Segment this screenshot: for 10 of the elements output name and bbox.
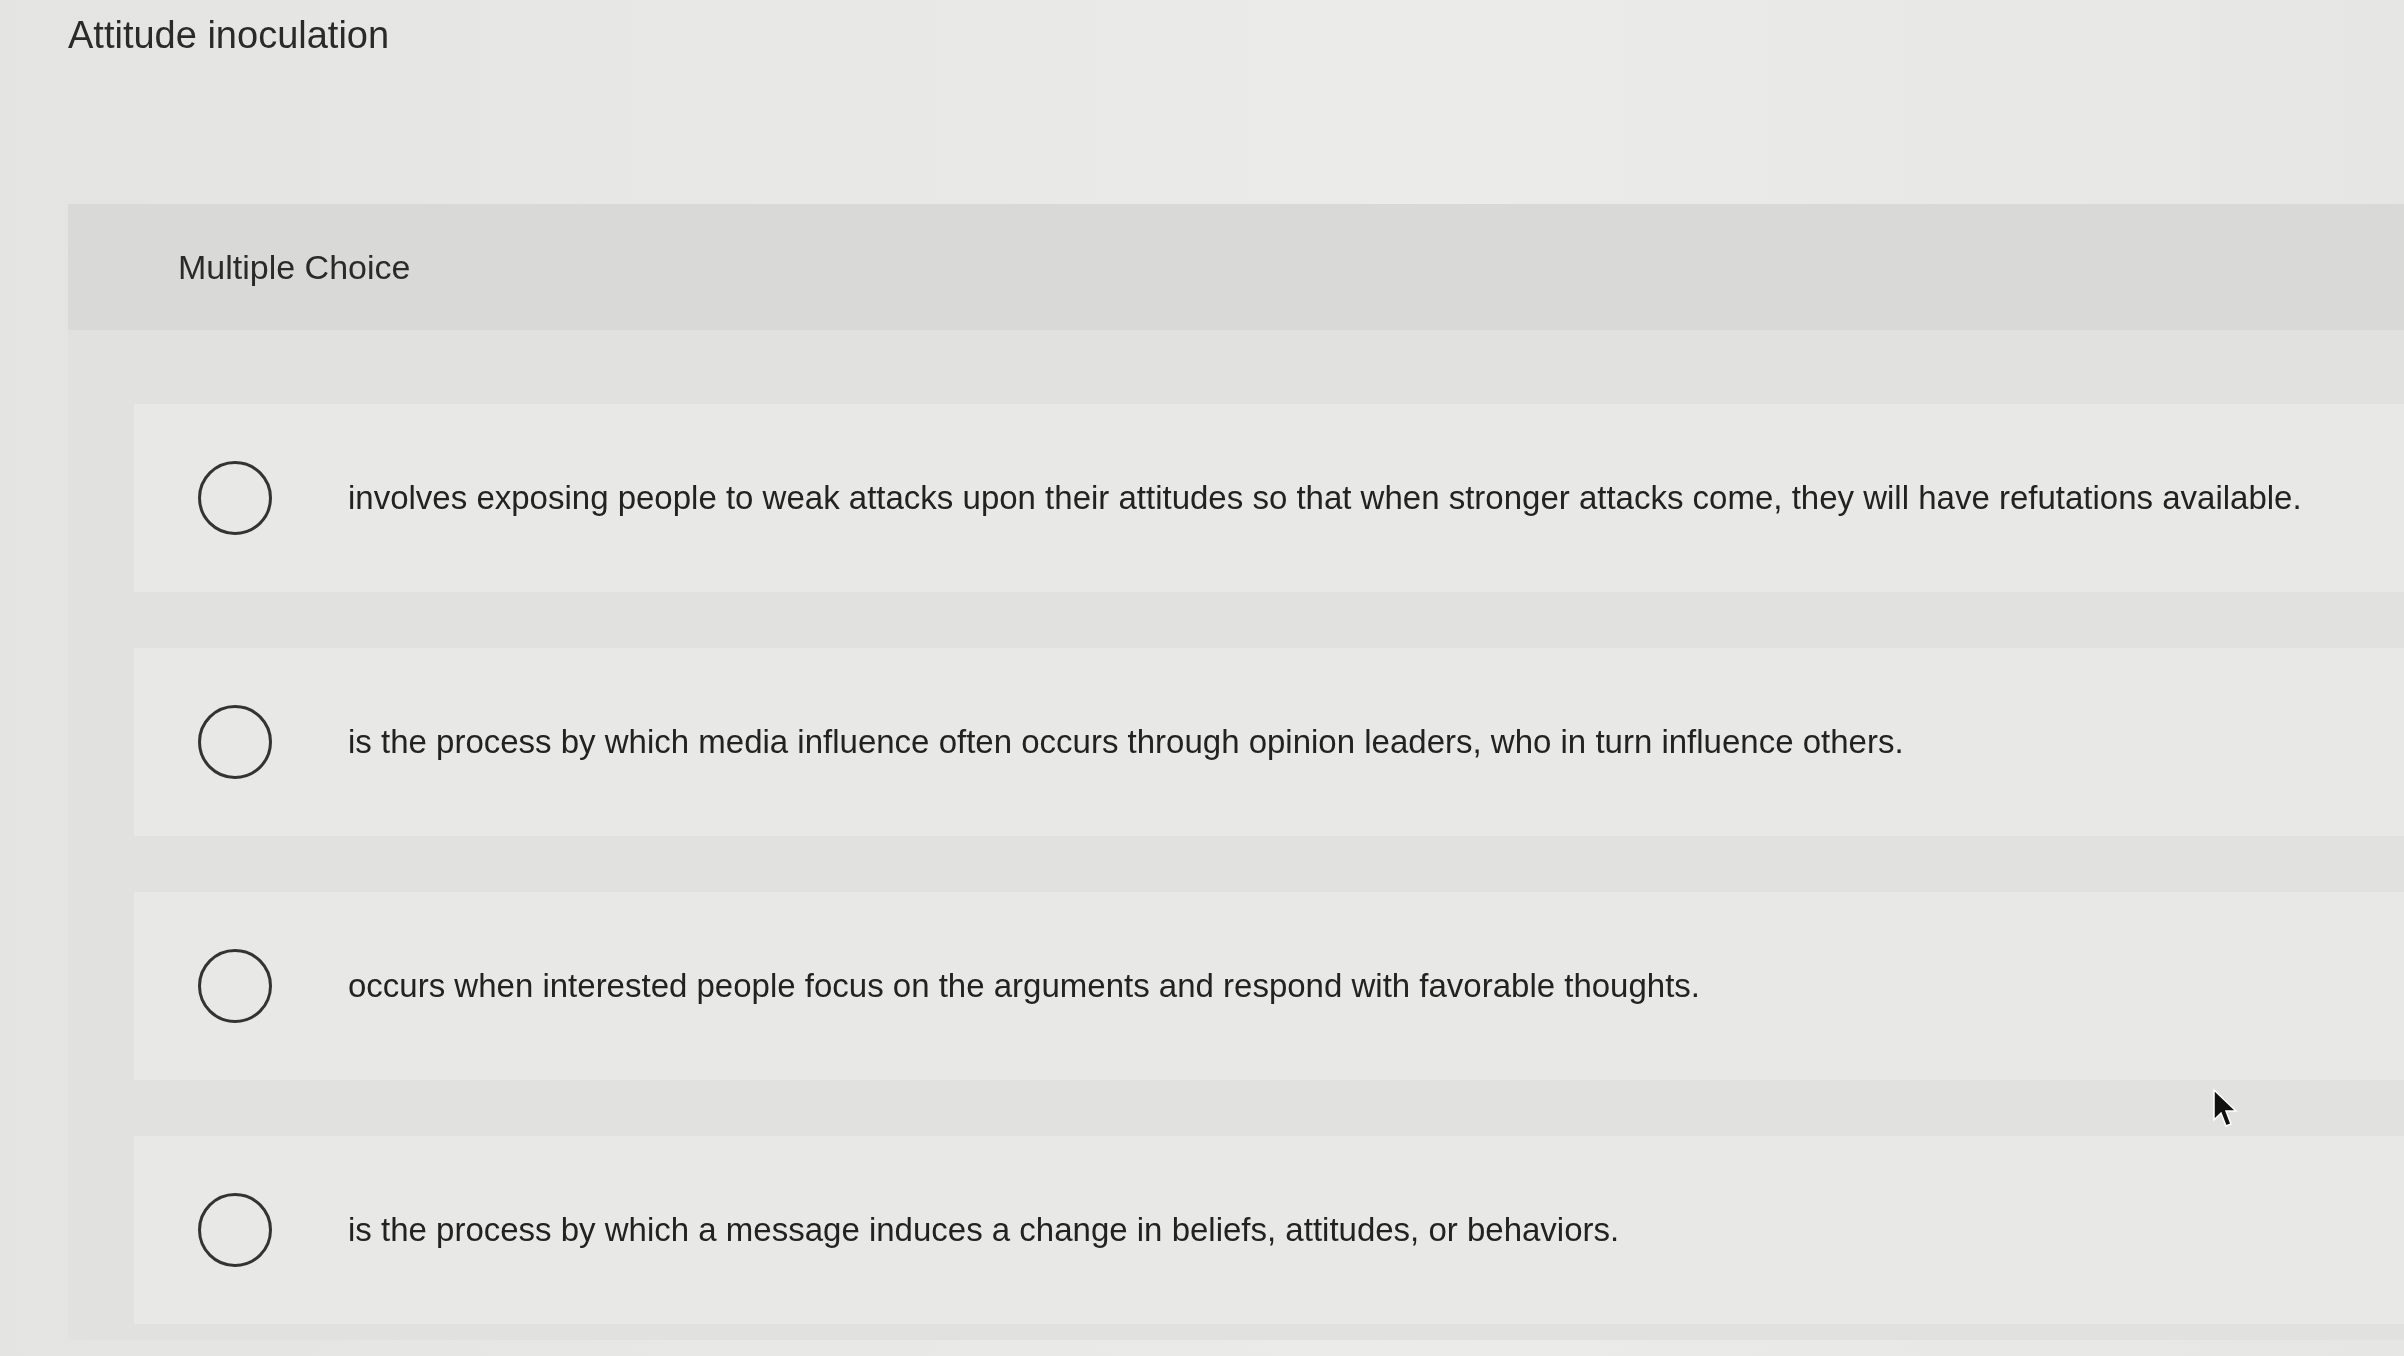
answer-option[interactable]: occurs when interested people focus on the arguments and respond with favorable thoughts. [134, 892, 2404, 1080]
answer-text: occurs when interested people focus on the arguments and respond with favorable thoughts. [348, 966, 1701, 1006]
question-type: Multiple Choice [178, 247, 411, 287]
answer-text: involves exposing people to weak attacks upon their attitudes so that when stronger attacks come, they will have refutations available. [348, 478, 2302, 518]
answer-option[interactable]: is the process by which media influence often occurs through opinion leaders, who in turn influence others. [134, 648, 2404, 836]
question-title: Attitude inoculation [68, 14, 391, 58]
answer-option[interactable]: involves exposing people to weak attacks upon their attitudes so that when stronger attacks come, they will have refutations available. [134, 404, 2404, 592]
answer-text: is the process by which media influence often occurs through opinion leaders, who in turn influence others. [348, 722, 1904, 762]
answer-text: is the process by which a message induces a change in beliefs, attitudes, or behaviors. [348, 1210, 1620, 1250]
answer-option[interactable]: is the process by which a message induces a change in beliefs, attitudes, or behaviors. [134, 1136, 2404, 1324]
